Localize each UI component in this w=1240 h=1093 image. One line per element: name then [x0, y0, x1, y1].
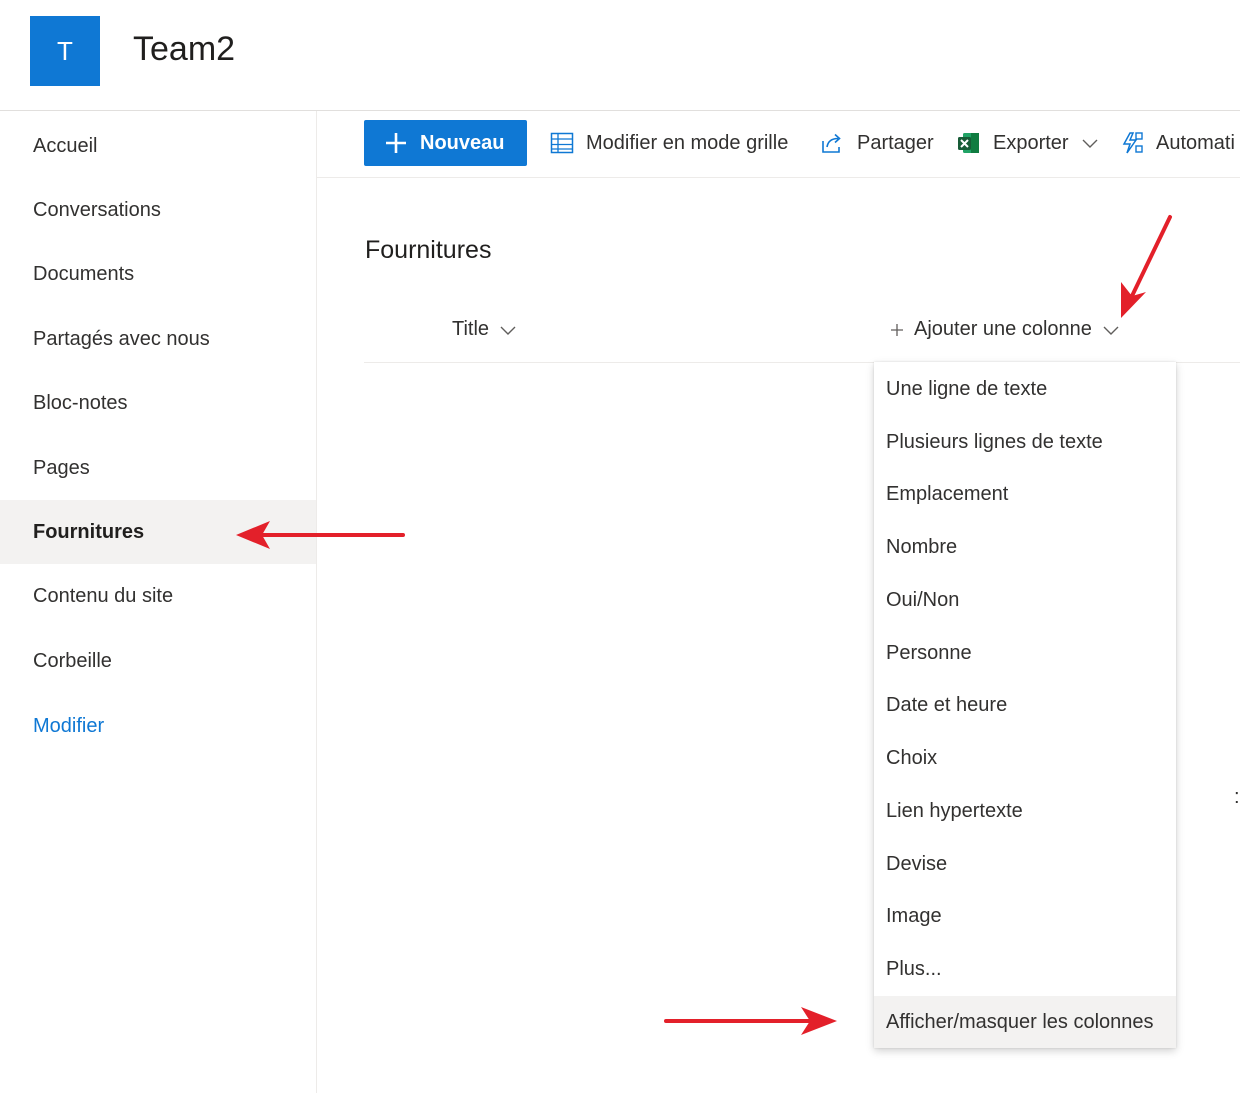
list-title: Fournitures: [365, 236, 492, 264]
menu-item-date-time[interactable]: Date et heure: [874, 679, 1176, 731]
new-button[interactable]: Nouveau: [364, 120, 527, 166]
share-label: Partager: [857, 131, 934, 154]
nav-item-conversations[interactable]: Conversations: [0, 178, 316, 242]
menu-item-image[interactable]: Image: [874, 890, 1176, 942]
left-navigation: Accueil Conversations Documents Partagés…: [0, 111, 317, 1093]
menu-item-multiple-lines-text[interactable]: Plusieurs lignes de texte: [874, 416, 1176, 468]
edit-grid-view-button[interactable]: Modifier en mode grille: [550, 120, 788, 166]
plus-icon: [386, 133, 406, 153]
nav-item-partages-avec-nous[interactable]: Partagés avec nous: [0, 307, 316, 371]
chevron-down-icon: [1103, 326, 1119, 335]
site-header: T Team2: [0, 0, 1240, 111]
menu-item-show-hide-columns[interactable]: Afficher/masquer les colonnes: [874, 996, 1176, 1048]
nav-item-fournitures[interactable]: Fournitures: [0, 500, 316, 564]
column-header-title[interactable]: Title: [452, 318, 517, 341]
automate-button[interactable]: Automati: [1120, 120, 1235, 166]
site-logo[interactable]: T: [30, 16, 100, 86]
column-header-row: Title Ajouter une colonne: [364, 300, 1240, 363]
menu-item-currency[interactable]: Devise: [874, 838, 1176, 890]
edit-grid-view-label: Modifier en mode grille: [586, 131, 789, 154]
nav-item-contenu-du-site[interactable]: Contenu du site: [0, 564, 316, 628]
nav-item-bloc-notes[interactable]: Bloc-notes: [0, 371, 316, 435]
add-column-label: Ajouter une colonne: [914, 318, 1092, 340]
menu-item-more[interactable]: Plus...: [874, 943, 1176, 995]
excel-icon: [958, 133, 979, 153]
menu-item-person[interactable]: Personne: [874, 627, 1176, 679]
arrow-to-show-hide-columns: [664, 1007, 837, 1035]
nav-edit-link[interactable]: Modifier: [0, 694, 316, 758]
site-title[interactable]: Team2: [133, 30, 235, 69]
command-bar: Nouveau Modifier en mode grille Partager…: [317, 111, 1240, 178]
add-column-button[interactable]: Ajouter une colonne: [890, 318, 1120, 341]
site-logo-letter: T: [57, 35, 73, 66]
add-column-menu: Une ligne de texte Plusieurs lignes de t…: [874, 362, 1176, 1048]
menu-item-choice[interactable]: Choix: [874, 732, 1176, 784]
menu-item-location[interactable]: Emplacement: [874, 468, 1176, 520]
export-button[interactable]: Exporter: [957, 120, 1099, 166]
column-header-title-label: Title: [452, 318, 490, 340]
nav-item-accueil[interactable]: Accueil: [0, 114, 316, 178]
new-button-label: Nouveau: [420, 131, 505, 154]
automate-icon: [1122, 132, 1143, 154]
automate-label: Automati: [1156, 131, 1235, 154]
chevron-down-icon: [1082, 139, 1098, 148]
truncated-text-edge: :: [1234, 786, 1240, 808]
menu-item-single-line-text[interactable]: Une ligne de texte: [874, 363, 1176, 415]
plus-icon: [891, 323, 903, 336]
share-icon: [822, 133, 841, 153]
nav-item-pages[interactable]: Pages: [0, 436, 316, 500]
menu-item-number[interactable]: Nombre: [874, 521, 1176, 573]
export-label: Exporter: [993, 131, 1069, 154]
nav-item-documents[interactable]: Documents: [0, 242, 316, 306]
menu-item-yes-no[interactable]: Oui/Non: [874, 574, 1176, 626]
chevron-down-icon: [500, 326, 516, 335]
grid-icon: [550, 132, 574, 154]
menu-item-hyperlink[interactable]: Lien hypertexte: [874, 785, 1176, 837]
nav-item-corbeille[interactable]: Corbeille: [0, 629, 316, 693]
share-button[interactable]: Partager: [821, 120, 934, 166]
